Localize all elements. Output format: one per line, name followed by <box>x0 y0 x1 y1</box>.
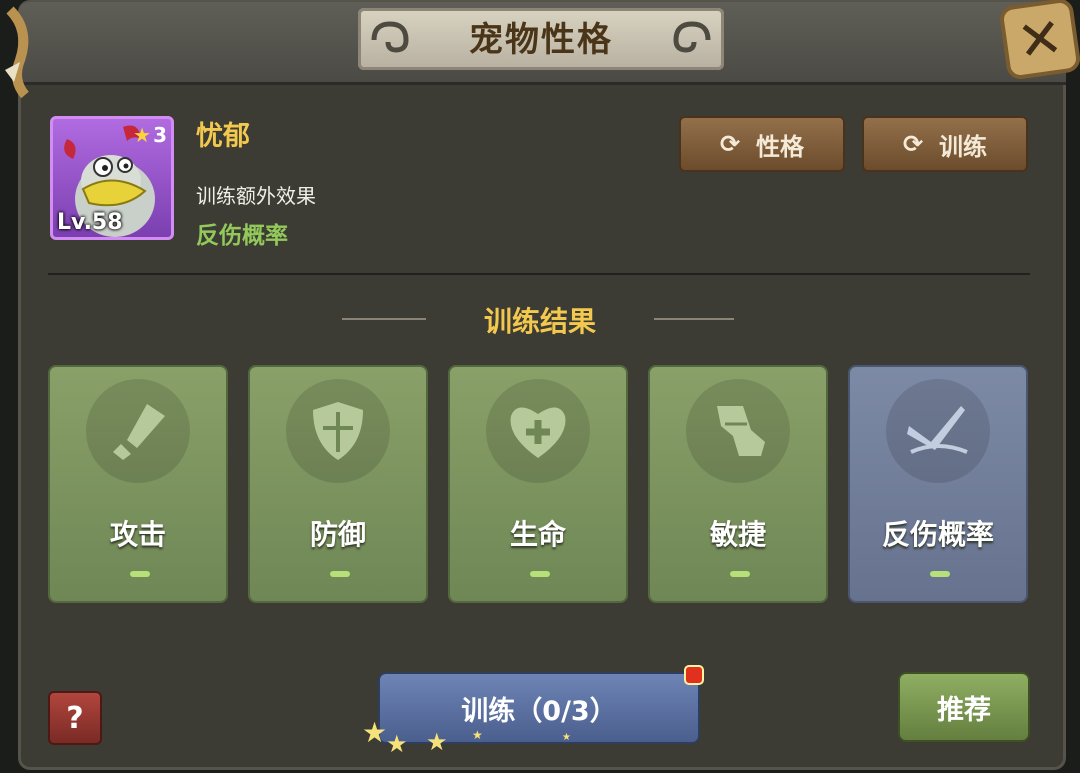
star-rating: ★ 3 <box>133 123 167 147</box>
sparkle-icon: ★ <box>472 728 483 742</box>
pet-avatar[interactable]: ★ 3 Lv.58 <box>50 116 174 240</box>
recommend-button[interactable]: 推荐 <box>898 672 1030 742</box>
notification-badge <box>684 665 704 685</box>
section-title: 训练结果 <box>483 305 596 338</box>
progress-indicator <box>330 571 350 577</box>
card-health[interactable]: 生命 <box>448 365 628 603</box>
card-label: 生命 <box>509 518 566 551</box>
progress-indicator <box>130 571 150 577</box>
help-label: ? <box>66 700 84 736</box>
progress-indicator <box>930 571 950 577</box>
pet-level: Lv.58 <box>57 210 123 235</box>
refresh-icon: ⟳ <box>719 130 741 158</box>
progress-indicator <box>530 571 550 577</box>
extra-effect-label: 训练额外效果 <box>196 184 316 208</box>
card-label: 反伤概率 <box>881 518 994 551</box>
page-title: 宠物性格 <box>469 20 613 60</box>
train-toggle-button[interactable]: ⟳ 训练 <box>862 116 1028 172</box>
pet-personality-name: 忧郁 <box>196 121 250 152</box>
sparkle-icon: ★ <box>386 730 408 758</box>
sparkle-icon: ★ <box>362 716 388 749</box>
card-label: 敏捷 <box>709 518 766 551</box>
progress-indicator <box>730 571 750 577</box>
card-label: 防御 <box>309 518 366 551</box>
heart-plus-icon <box>486 379 590 483</box>
section-line-right <box>654 318 734 320</box>
section-line-left <box>342 318 426 320</box>
card-defense[interactable]: 防御 <box>248 365 428 603</box>
reflect-icon <box>886 379 990 483</box>
sparkle-icon: ★ <box>562 732 571 743</box>
close-icon: ✕ <box>1013 4 1067 74</box>
sparkle-icon: ★ <box>426 728 448 756</box>
card-agility[interactable]: 敏捷 <box>648 365 828 603</box>
sword-icon <box>86 379 190 483</box>
close-button[interactable]: ✕ <box>998 0 1080 81</box>
change-personality-button[interactable]: ⟳ 性格 <box>679 116 845 172</box>
help-button[interactable]: ? <box>48 691 102 745</box>
train-button-label: 训练（0/3） <box>461 695 617 727</box>
recommend-label: 推荐 <box>937 694 991 726</box>
card-attack[interactable]: 攻击 <box>48 365 228 603</box>
extra-effect-value: 反伤概率 <box>196 223 288 249</box>
card-reflect-chance[interactable]: 反伤概率 <box>848 365 1028 603</box>
card-label: 攻击 <box>109 518 166 551</box>
refresh-icon: ⟳ <box>902 130 924 158</box>
divider <box>48 273 1030 275</box>
rope-decoration-icon <box>5 6 29 99</box>
shield-icon <box>286 379 390 483</box>
boot-icon <box>686 379 790 483</box>
star-icon: ★ <box>133 123 152 147</box>
